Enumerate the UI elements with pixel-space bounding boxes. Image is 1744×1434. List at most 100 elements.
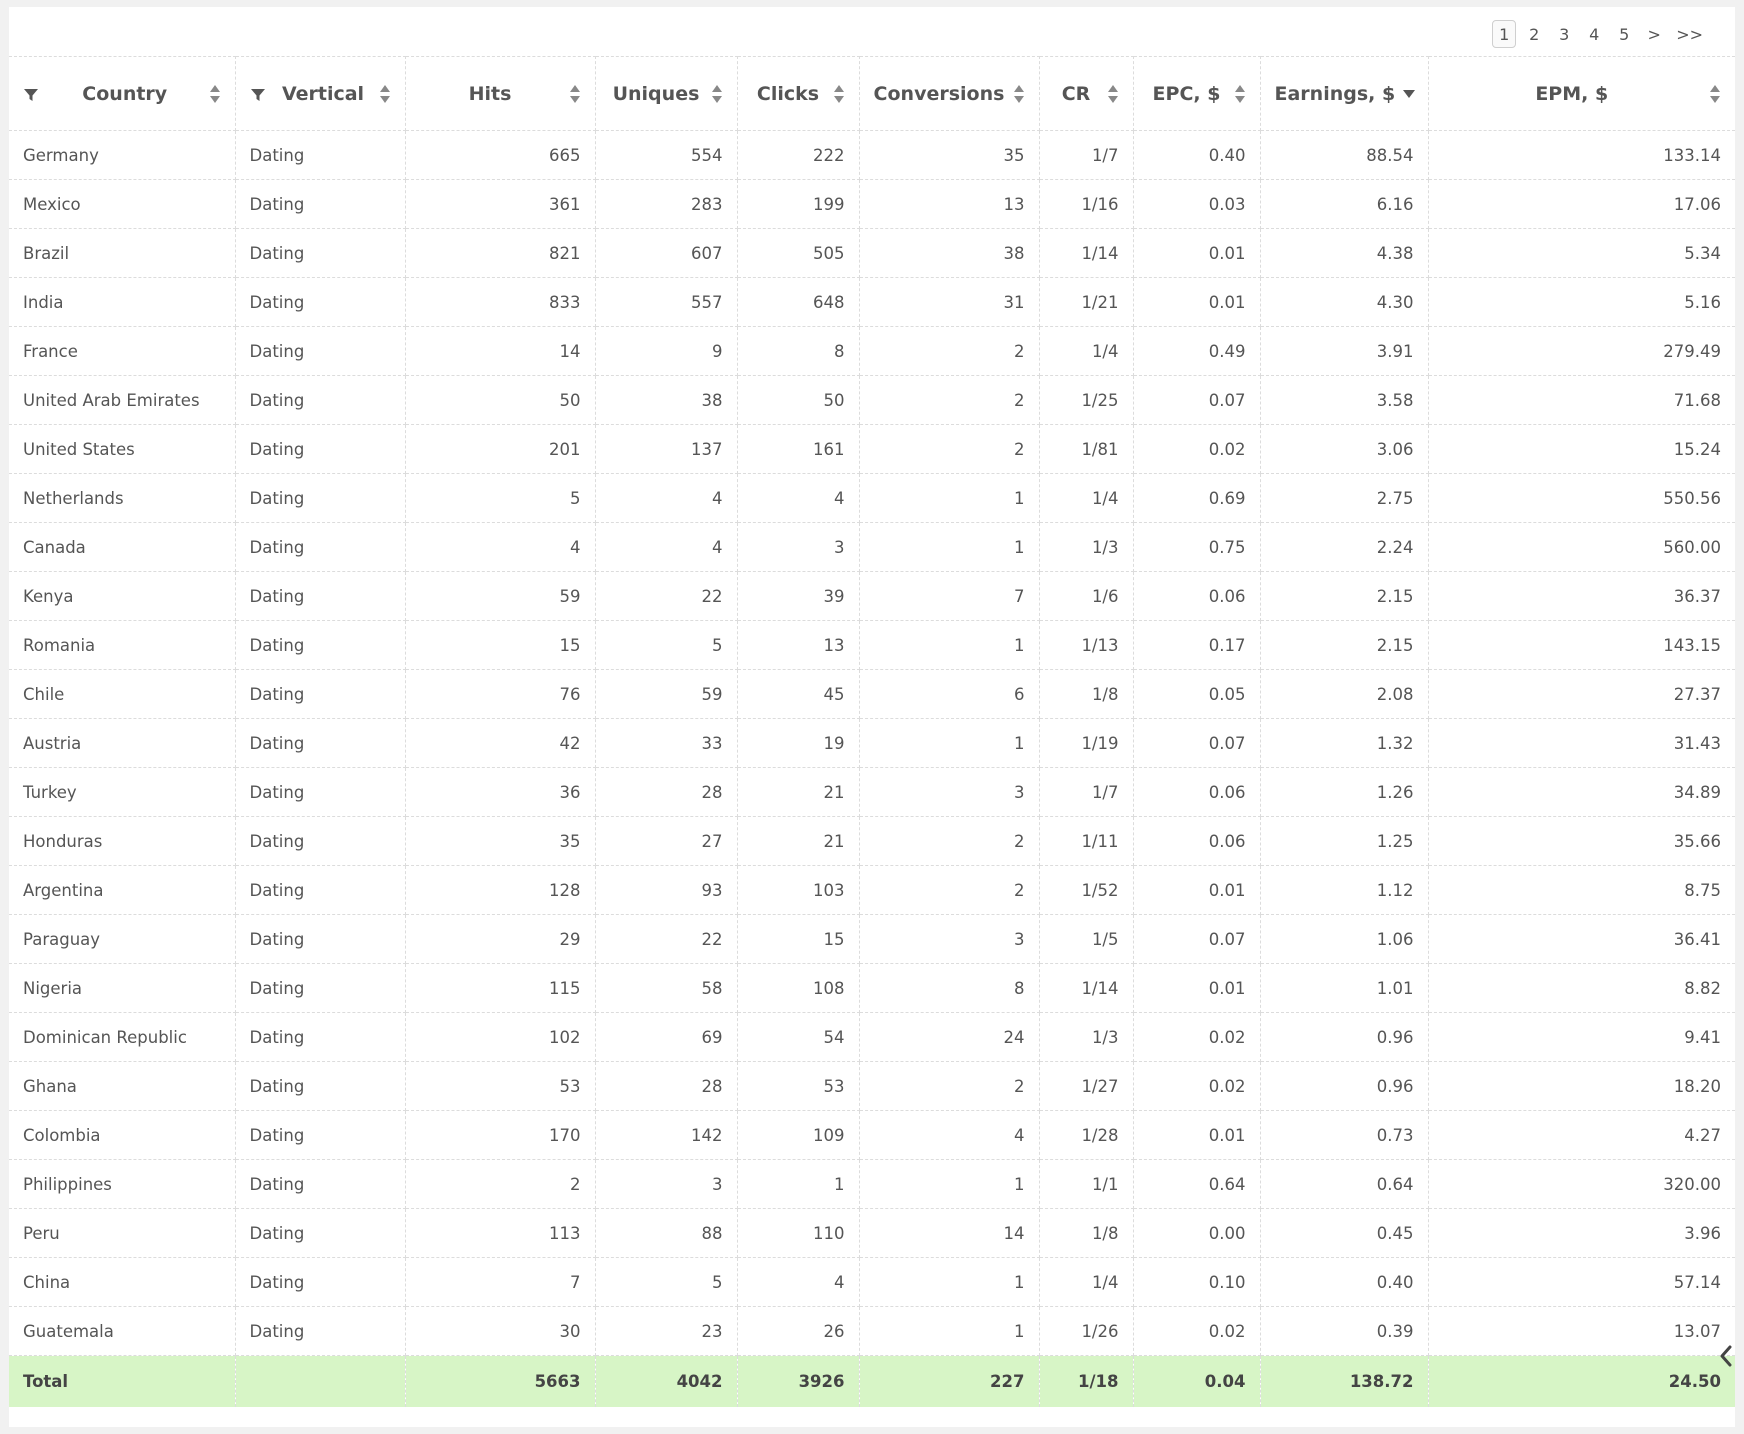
cell-vertical: Dating [235, 669, 406, 719]
cell-uniques: 27 [595, 816, 738, 866]
page-link-5[interactable]: 5 [1612, 20, 1636, 48]
cell-earnings: 1.25 [1260, 816, 1429, 866]
sort-desc-icon[interactable] [1403, 84, 1416, 104]
column-header-inner: Country [9, 58, 234, 130]
cell-epc: 0.00 [1133, 1208, 1261, 1258]
table-row: Romania Dating 15 5 13 1 1/13 0.17 2.15 143.15 [9, 620, 1735, 670]
cell-conversions: 1 [859, 718, 1040, 768]
cell-clicks: 1 [737, 1159, 860, 1209]
cell-clicks: 50 [737, 375, 860, 425]
cell-cr: 1/25 [1039, 375, 1134, 425]
sort-icon[interactable] [833, 84, 845, 104]
cell-conversions: 1 [859, 522, 1040, 572]
cell-conversions: 6 [859, 669, 1040, 719]
page-link-3[interactable]: 3 [1552, 20, 1576, 48]
cell-epm: 34.89 [1428, 767, 1735, 817]
sort-icon[interactable] [1234, 84, 1246, 104]
cell-earnings: 2.15 [1260, 620, 1429, 670]
cell-vertical: Dating [235, 179, 406, 229]
column-header-clicks[interactable]: Clicks [737, 56, 860, 131]
column-header-vertical[interactable]: Vertical [235, 56, 406, 131]
chevron-left-icon[interactable] [1717, 1341, 1735, 1371]
cell-country: Kenya [9, 571, 236, 621]
cell-vertical: Dating [235, 130, 406, 180]
cell-earnings: 0.96 [1260, 1061, 1429, 1111]
cell-uniques: 283 [595, 179, 738, 229]
cell-earnings: 6.16 [1260, 179, 1429, 229]
cell-country: Canada [9, 522, 236, 572]
column-header-earnings[interactable]: Earnings, $ [1260, 56, 1429, 131]
filter-icon[interactable] [250, 86, 266, 102]
total-row: Total 5663 4042 3926 227 1/18 0.04 138.72 24.50 [9, 1355, 1735, 1407]
cell-epc: 0.49 [1133, 326, 1261, 376]
column-header-cr[interactable]: CR [1039, 56, 1134, 131]
cell-earnings: 0.45 [1260, 1208, 1429, 1258]
cell-uniques: 33 [595, 718, 738, 768]
cell-uniques: 22 [595, 914, 738, 964]
sort-icon[interactable] [569, 84, 581, 104]
cell-epm: 35.66 [1428, 816, 1735, 866]
cell-earnings: 1.12 [1260, 865, 1429, 915]
column-header-hits[interactable]: Hits [405, 56, 596, 131]
cell-clicks: 21 [737, 816, 860, 866]
cell-conversions: 35 [859, 130, 1040, 180]
cell-clicks: 103 [737, 865, 860, 915]
cell-epm: 133.14 [1428, 130, 1735, 180]
cell-epm: 27.37 [1428, 669, 1735, 719]
cell-hits: 35 [405, 816, 596, 866]
column-header-epm[interactable]: EPM, $ [1428, 56, 1736, 131]
cell-conversions: 8 [859, 963, 1040, 1013]
cell-country: Mexico [9, 179, 236, 229]
page-link-4[interactable]: 4 [1582, 20, 1606, 48]
column-header-epc[interactable]: EPC, $ [1133, 56, 1261, 131]
cell-conversions: 14 [859, 1208, 1040, 1258]
sort-icon[interactable] [1013, 84, 1025, 104]
cell-conversions: 1 [859, 473, 1040, 523]
sort-icon[interactable] [711, 84, 723, 104]
sort-icon[interactable] [1709, 84, 1721, 104]
column-header-uniques[interactable]: Uniques [595, 56, 738, 131]
cell-epc: 0.64 [1133, 1159, 1261, 1209]
cell-vertical: Dating [235, 277, 406, 327]
cell-country: Ghana [9, 1061, 236, 1111]
cell-country: Chile [9, 669, 236, 719]
sort-icon[interactable] [1107, 84, 1119, 104]
cell-cr: 1/52 [1039, 865, 1134, 915]
cell-country: Colombia [9, 1110, 236, 1160]
column-header-inner: Earnings, $ [1261, 58, 1428, 130]
column-label: Uniques [612, 82, 700, 105]
cell-cr: 1/7 [1039, 130, 1134, 180]
cell-uniques: 28 [595, 767, 738, 817]
column-header-conversions[interactable]: Conversions [859, 56, 1040, 131]
cell-epm: 320.00 [1428, 1159, 1735, 1209]
cell-clicks: 222 [737, 130, 860, 180]
total-cell-clicks: 3926 [737, 1355, 860, 1407]
cell-epm: 13.07 [1428, 1306, 1735, 1356]
cell-earnings: 0.73 [1260, 1110, 1429, 1160]
cell-cr: 1/4 [1039, 326, 1134, 376]
page-link-7[interactable]: >> [1672, 20, 1707, 48]
cell-epc: 0.06 [1133, 571, 1261, 621]
cell-clicks: 4 [737, 1257, 860, 1307]
column-label: Vertical [281, 82, 365, 105]
page-link-2[interactable]: 2 [1522, 20, 1546, 48]
cell-epc: 0.69 [1133, 473, 1261, 523]
sort-icon[interactable] [209, 84, 221, 104]
filter-icon[interactable] [23, 86, 39, 102]
cell-epm: 3.96 [1428, 1208, 1735, 1258]
page-link-6[interactable]: > [1642, 20, 1666, 48]
cell-clicks: 26 [737, 1306, 860, 1356]
column-header-country[interactable]: Country [9, 56, 236, 131]
cell-earnings: 2.08 [1260, 669, 1429, 719]
sort-icon[interactable] [379, 84, 391, 104]
column-header-inner: EPM, $ [1429, 58, 1736, 130]
cell-epc: 0.02 [1133, 1061, 1261, 1111]
page-link-1[interactable]: 1 [1492, 20, 1517, 48]
cell-vertical: Dating [235, 1208, 406, 1258]
table-row: Austria Dating 42 33 19 1 1/19 0.07 1.32 31.43 [9, 718, 1735, 768]
cell-clicks: 161 [737, 424, 860, 474]
column-label: EPC, $ [1152, 82, 1221, 105]
cell-vertical: Dating [235, 914, 406, 964]
cell-uniques: 554 [595, 130, 738, 180]
cell-conversions: 13 [859, 179, 1040, 229]
